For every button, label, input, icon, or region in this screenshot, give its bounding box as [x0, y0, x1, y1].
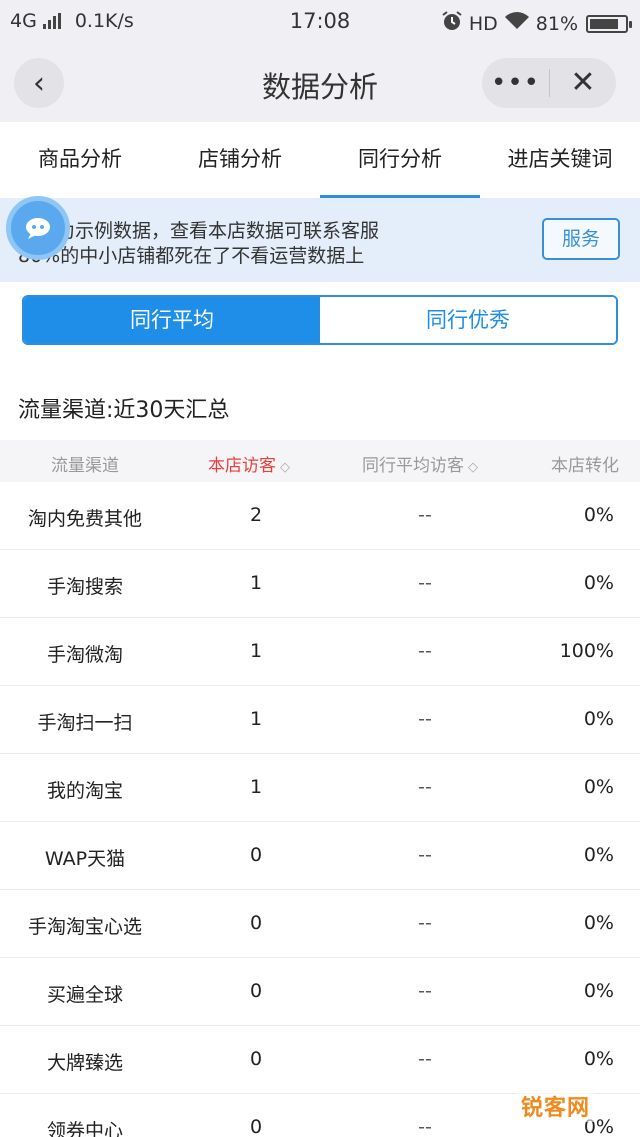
more-button[interactable]: •••: [482, 58, 549, 108]
cell-peer-avg-visitors: --: [418, 776, 432, 798]
table-row: 手淘扫一扫 1 -- 0%: [0, 686, 640, 754]
cell-shop-conversion: 0%: [583, 844, 614, 866]
service-button[interactable]: 服务: [542, 218, 620, 260]
header-channel: 流量渠道: [51, 456, 119, 476]
cell-peer-avg-visitors: --: [418, 504, 432, 526]
header-shop-conversion[interactable]: 本店转化: [551, 451, 619, 476]
segment-peer-excellent[interactable]: 同行优秀: [320, 297, 616, 343]
cell-shop-visitors: 1: [249, 572, 263, 594]
close-button[interactable]: ✕: [550, 58, 616, 108]
tab-keyword-analysis[interactable]: 进店关键词: [480, 122, 640, 198]
table-row: 大牌臻选 0 -- 0%: [0, 1026, 640, 1094]
cell-shop-conversion: 0%: [583, 776, 614, 798]
cell-peer-avg-visitors: --: [418, 1116, 432, 1137]
table-row: 买遍全球 0 -- 0%: [0, 958, 640, 1026]
header-peer-avg-visitors[interactable]: 同行平均访客 ◇: [362, 451, 478, 476]
cell-shop-visitors: 1: [249, 776, 263, 798]
cell-channel: 领券中心: [46, 1120, 123, 1137]
tab-peer-analysis[interactable]: 同行分析: [320, 122, 480, 198]
cell-shop-conversion: 0%: [583, 708, 614, 730]
table-row: 手淘淘宝心选 0 -- 0%: [0, 890, 640, 958]
cell-shop-conversion: 0%: [583, 912, 614, 934]
cell-shop-visitors: 1: [249, 640, 263, 662]
cell-peer-avg-visitors: --: [418, 844, 432, 866]
cell-shop-conversion: 100%: [559, 640, 614, 662]
cell-shop-conversion: 0%: [583, 504, 614, 526]
cell-channel: WAP天猫: [44, 848, 126, 870]
peer-segment-control: 同行平均 同行优秀: [22, 295, 618, 345]
table-row: 淘内免费其他 2 -- 0%: [0, 482, 640, 550]
cell-shop-visitors: 0: [249, 912, 263, 934]
cell-shop-visitors: 0: [249, 980, 263, 1002]
cell-peer-avg-visitors: --: [418, 640, 432, 662]
sort-icon: ◇: [468, 460, 478, 475]
cell-channel: 买遍全球: [46, 984, 123, 1006]
cell-shop-visitors: 2: [249, 504, 263, 526]
segment-peer-average[interactable]: 同行平均: [24, 297, 320, 343]
tab-shop-analysis[interactable]: 店铺分析: [160, 122, 320, 198]
status-bar: 4G 0.1K/s 17:08 HD 81%: [0, 0, 640, 44]
table-header: 流量渠道 本店访客 ◇ 同行平均访客 ◇ 本店转化: [0, 440, 640, 482]
section-title: 流量渠道:近30天汇总: [18, 398, 230, 423]
table-row: 手淘搜索 1 -- 0%: [0, 550, 640, 618]
battery-icon: [586, 14, 632, 33]
cell-shop-visitors: 0: [249, 1048, 263, 1070]
battery-percent: 81%: [535, 12, 578, 35]
chat-bubble-icon[interactable]: [6, 196, 70, 260]
cell-channel: 我的淘宝: [46, 780, 123, 802]
notice-text-line2: 80%的中小店铺都死在了不看运营数据上: [18, 245, 365, 267]
cell-peer-avg-visitors: --: [418, 980, 432, 1002]
cell-channel: 大牌臻选: [46, 1052, 123, 1074]
cell-channel: 手淘淘宝心选: [27, 916, 142, 938]
header-shop-visitors[interactable]: 本店访客 ◇: [208, 451, 290, 476]
cell-peer-avg-visitors: --: [418, 912, 432, 934]
cell-peer-avg-visitors: --: [418, 708, 432, 730]
cell-shop-visitors: 0: [249, 844, 263, 866]
alarm-icon: [441, 10, 463, 37]
table-row: 手淘微淘 1 -- 100%: [0, 618, 640, 686]
cell-channel: 手淘扫一扫: [37, 712, 133, 734]
more-icon: •••: [490, 68, 540, 98]
cell-channel: 手淘搜索: [46, 576, 123, 598]
wifi-icon: [504, 11, 530, 36]
tab-product-analysis[interactable]: 商品分析: [0, 122, 160, 198]
notice-text-line1: 以下为示例数据，查看本店数据可联系客服: [18, 220, 380, 242]
table-row: WAP天猫 0 -- 0%: [0, 822, 640, 890]
cell-shop-conversion: 0%: [583, 980, 614, 1002]
watermark-logo: 锐客网: [516, 1090, 594, 1122]
cell-shop-visitors: 0: [249, 1116, 263, 1137]
cell-channel: 淘内免费其他: [27, 508, 142, 530]
cell-shop-conversion: 0%: [583, 1048, 614, 1070]
close-icon: ✕: [570, 65, 596, 100]
sort-icon: ◇: [280, 460, 290, 475]
nav-bar: ‹ 数据分析 ••• ✕: [0, 44, 640, 122]
cell-peer-avg-visitors: --: [418, 1048, 432, 1070]
cell-shop-conversion: 0%: [583, 572, 614, 594]
mini-program-capsule: ••• ✕: [482, 58, 616, 108]
analysis-tabs: 商品分析 店铺分析 同行分析 进店关键词: [0, 122, 640, 198]
cell-peer-avg-visitors: --: [418, 572, 432, 594]
hd-label: HD: [468, 12, 498, 35]
cell-shop-visitors: 1: [249, 708, 263, 730]
table-row: 我的淘宝 1 -- 0%: [0, 754, 640, 822]
cell-channel: 手淘微淘: [46, 644, 123, 666]
